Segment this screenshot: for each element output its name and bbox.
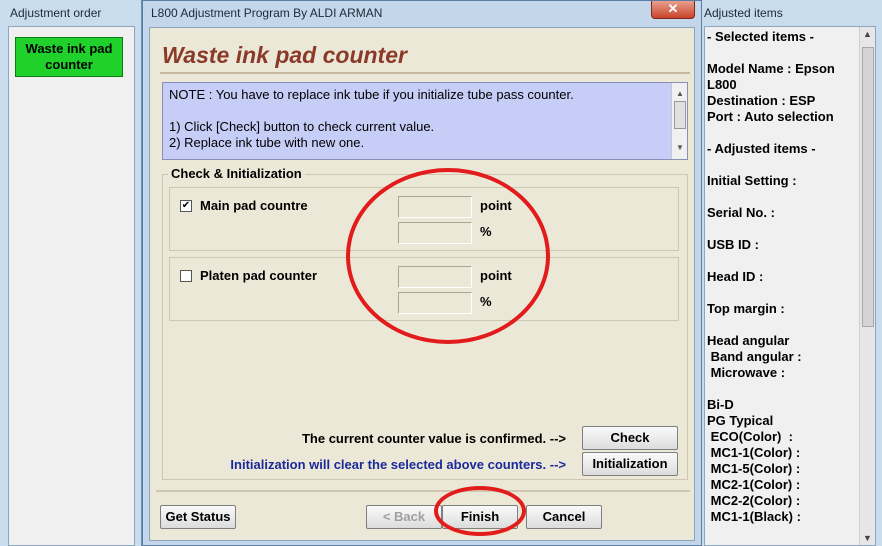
adjusted-item-line: Model Name : Epson: [707, 61, 835, 76]
adjusted-item-line: Head ID :: [707, 269, 764, 284]
adjusted-item-line: Initial Setting :: [707, 173, 797, 188]
page-title: Waste ink pad counter: [162, 42, 407, 68]
adjusted-item-line: Serial No. :: [707, 205, 775, 220]
close-icon[interactable]: ✕: [651, 1, 695, 19]
adjusted-item-line: [707, 189, 857, 205]
note-line-2: 1) Click [Check] button to check current…: [169, 119, 435, 134]
adjustment-order-panel: Waste ink pad counter: [8, 26, 135, 546]
adjusted-item-line: [707, 317, 857, 333]
adjusted-item-line: [707, 381, 857, 397]
adjusted-items-title: Adjusted items: [704, 6, 783, 20]
scroll-down-icon[interactable]: ▼: [863, 533, 872, 543]
adjustment-order-title: Adjustment order: [10, 6, 102, 20]
adjusted-item-line: - Selected items -: [707, 29, 814, 44]
adjusted-item-line: [707, 45, 857, 61]
note-line-1: NOTE : You have to replace ink tube if y…: [169, 87, 574, 102]
scroll-up-icon[interactable]: ▲: [863, 29, 872, 39]
adjusted-item-line: MC1-1(Black) :: [707, 509, 801, 524]
adjusted-item-line: [707, 253, 857, 269]
adjusted-item-line: [707, 221, 857, 237]
title-divider: [160, 72, 690, 74]
footer-divider: [156, 490, 690, 492]
adjusted-items-window: Adjusted items - Selected items - Model …: [700, 0, 882, 546]
platen-pad-label: Platen pad counter: [200, 268, 318, 283]
adjusted-item-line: Band angular :: [707, 349, 802, 364]
note-scroll-down-icon[interactable]: ▼: [676, 140, 684, 156]
adjusted-item-line: - Adjusted items -: [707, 141, 816, 156]
dialog-title: L800 Adjustment Program By ALDI ARMAN: [151, 6, 383, 20]
note-scroll-up-icon[interactable]: ▲: [676, 86, 684, 102]
adjusted-item-line: Top margin :: [707, 301, 785, 316]
note-scrollbar-thumb[interactable]: [674, 101, 686, 129]
note-scrollbar[interactable]: ▲ ▼: [671, 83, 687, 159]
adjusted-items-list: - Selected items - Model Name : Epson L80…: [707, 29, 857, 525]
adjusted-item-line: MC1-1(Color) :: [707, 445, 801, 460]
adjusted-item-line: MC2-1(Color) :: [707, 477, 801, 492]
initialization-instruction: Initialization will clear the selected a…: [230, 457, 566, 472]
adjusted-item-line: MC1-5(Color) :: [707, 461, 801, 476]
annotation-circle-counters: [346, 168, 550, 344]
adjusted-item-line: [707, 285, 857, 301]
note-line-3: 2) Replace ink tube with new one.: [169, 135, 365, 150]
cancel-button[interactable]: Cancel: [526, 505, 602, 529]
adjusted-item-line: USB ID :: [707, 237, 759, 252]
annotation-circle-finish: [434, 486, 526, 536]
adjusted-item-line: Microwave :: [707, 365, 786, 380]
scrollbar-thumb[interactable]: [862, 47, 874, 327]
adjusted-item-line: [707, 125, 857, 141]
group-title: Check & Initialization: [168, 166, 305, 181]
adjusted-item-line: Head angular: [707, 333, 790, 348]
waste-ink-pad-counter-button[interactable]: Waste ink pad counter: [15, 37, 123, 77]
main-pad-checkbox[interactable]: ✔: [180, 200, 192, 212]
adjusted-item-line: L800: [707, 77, 737, 92]
confirm-instruction: The current counter value is confirmed. …: [301, 431, 566, 446]
adjusted-items-panel: - Selected items - Model Name : Epson L80…: [704, 26, 876, 546]
note-textbox[interactable]: NOTE : You have to replace ink tube if y…: [162, 82, 688, 160]
check-button[interactable]: Check: [582, 426, 678, 450]
adjusted-item-line: Destination : ESP: [707, 93, 816, 108]
adjusted-item-line: [707, 157, 857, 173]
main-pad-label: Main pad countre: [200, 198, 308, 213]
adjusted-item-line: ECO(Color) :: [707, 429, 793, 444]
platen-pad-checkbox[interactable]: [180, 270, 192, 282]
initialization-button[interactable]: Initialization: [582, 452, 678, 476]
back-button[interactable]: < Back: [366, 505, 442, 529]
adjusted-item-line: Port : Auto selection: [707, 109, 834, 124]
adjusted-item-line: PG Typical: [707, 413, 774, 428]
adjusted-item-line: Bi-D: [707, 397, 734, 412]
adjusted-items-scrollbar[interactable]: ▲ ▼: [859, 27, 875, 545]
adjustment-order-window: Adjustment order Waste ink pad counter: [0, 0, 142, 546]
note-spacer: [169, 103, 681, 119]
adjusted-item-line: MC2-2(Color) :: [707, 493, 801, 508]
get-status-button[interactable]: Get Status: [160, 505, 236, 529]
